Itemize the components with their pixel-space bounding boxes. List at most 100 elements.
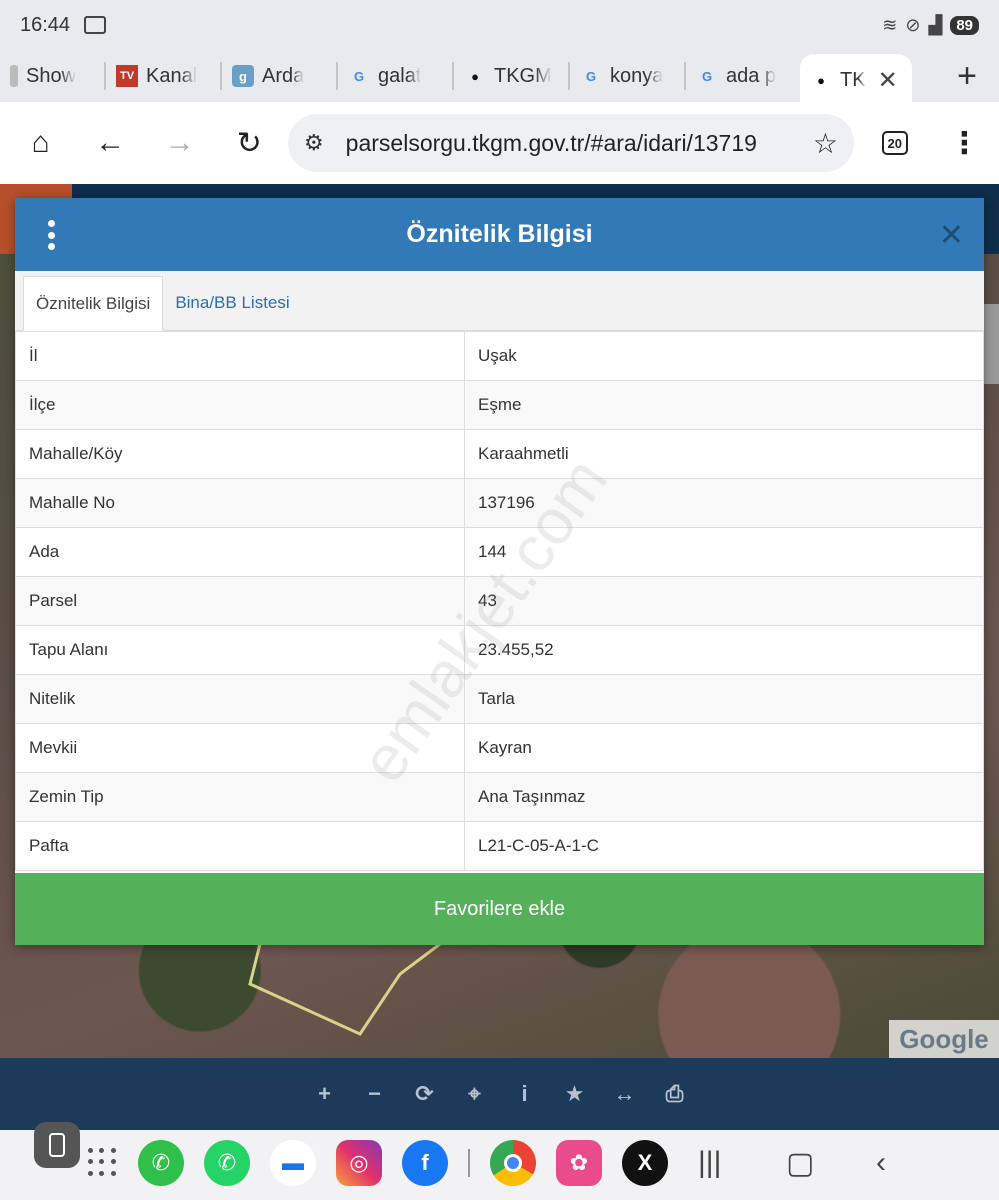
bookmark-star-icon[interactable]: ☆ bbox=[813, 127, 838, 160]
refresh-icon[interactable]: ⟳ bbox=[413, 1081, 437, 1106]
map-toolbar: + − ⟳ ⌖ i ★ ↔ ⎙ bbox=[0, 1058, 999, 1130]
row-value: Kayran bbox=[464, 723, 984, 773]
print-icon[interactable]: ⎙ bbox=[663, 1081, 687, 1106]
tab-label: galat bbox=[378, 64, 422, 87]
tab-label: TKGM bbox=[494, 64, 552, 87]
tab-building-list[interactable]: Bina/BB Listesi bbox=[163, 275, 301, 330]
google-favicon: G bbox=[701, 68, 713, 84]
tab-label: Arda bbox=[262, 64, 305, 87]
forward-icon[interactable]: → bbox=[145, 108, 214, 178]
info-icon[interactable]: i bbox=[513, 1081, 537, 1106]
row-key: İlçe bbox=[15, 380, 465, 430]
phone-app-icon[interactable]: ✆ bbox=[138, 1140, 184, 1186]
table-row: Ada 144 bbox=[15, 527, 984, 577]
row-value: Ana Taşınmaz bbox=[464, 772, 984, 822]
table-row: İl Uşak bbox=[15, 331, 984, 381]
minus-icon[interactable]: − bbox=[363, 1081, 387, 1106]
table-row: Mevkii Kayran bbox=[15, 723, 984, 773]
g-box-favicon: g bbox=[232, 65, 254, 87]
tab-label: Show bbox=[26, 64, 77, 87]
row-key: Tapu Alanı bbox=[15, 625, 465, 675]
tab-attribute-info[interactable]: Öznitelik Bilgisi bbox=[23, 276, 164, 331]
map-pin-favicon: ● bbox=[817, 72, 825, 88]
modal-header: Öznitelik Bilgisi ✕ bbox=[15, 198, 984, 271]
measure-icon[interactable]: ↔ bbox=[613, 1081, 637, 1106]
wifi-icon: ≋ bbox=[882, 14, 898, 35]
row-value: Karaahmetli bbox=[464, 429, 984, 479]
new-tab-icon[interactable]: + bbox=[957, 57, 977, 96]
close-tab-icon[interactable]: ✕ bbox=[878, 66, 898, 95]
row-value: L21-C-05-A-1-C bbox=[464, 821, 984, 871]
browser-tab-active[interactable]: ● TK ✕ bbox=[800, 54, 912, 106]
tab-count: 20 bbox=[881, 131, 908, 155]
plus-icon[interactable]: + bbox=[313, 1081, 337, 1106]
star-icon[interactable]: ★ bbox=[563, 1081, 587, 1106]
browser-tab-tkgm[interactable]: ● TKGM bbox=[454, 54, 568, 98]
row-value: Tarla bbox=[464, 674, 984, 724]
row-key: Mevkii bbox=[15, 723, 465, 773]
messages-icon[interactable]: ▬ bbox=[270, 1140, 316, 1186]
address-bar[interactable]: ⚙ parselsorgu.tkgm.gov.tr/#ara/idari/137… bbox=[287, 114, 854, 172]
modal-title: Öznitelik Bilgisi bbox=[406, 220, 593, 248]
browser-tab-arda[interactable]: g Arda bbox=[222, 54, 336, 98]
table-row: Parsel 43 bbox=[15, 576, 984, 626]
map-pin-favicon: ● bbox=[471, 68, 479, 84]
status-bar: 16:44 ≋ ⊘ ▟ 89 bbox=[0, 0, 999, 50]
browser-tab-strip: Show TV Kanal g Arda G galat ● TKGM G ko… bbox=[0, 50, 999, 106]
google-favicon: G bbox=[353, 68, 365, 84]
tab-label: TK bbox=[840, 68, 866, 91]
reload-icon[interactable]: ↻ bbox=[214, 108, 283, 178]
browser-toolbar: ⌂ ← → ↻ ⚙ parselsorgu.tkgm.gov.tr/#ara/i… bbox=[0, 102, 999, 184]
locate-icon[interactable]: ⌖ bbox=[463, 1081, 487, 1106]
whatsapp-icon[interactable]: ✆ bbox=[204, 1140, 250, 1186]
row-value: 144 bbox=[464, 527, 984, 577]
app-drawer-icon[interactable] bbox=[88, 1148, 118, 1178]
tab-label: konya bbox=[610, 64, 664, 87]
table-row: İlçe Eşme bbox=[15, 380, 984, 430]
row-value: 137196 bbox=[464, 478, 984, 528]
close-icon[interactable]: ✕ bbox=[939, 218, 964, 253]
signal-icon: ▟ bbox=[928, 14, 943, 35]
instagram-icon[interactable]: ◎ bbox=[336, 1140, 382, 1186]
back-nav-icon[interactable]: ‹ bbox=[876, 1146, 886, 1180]
table-row: Tapu Alanı 23.455,52 bbox=[15, 625, 984, 675]
attribute-modal: Öznitelik Bilgisi ✕ Öznitelik Bilgisi Bi… bbox=[15, 198, 984, 945]
phone-outline-icon bbox=[49, 1133, 65, 1157]
back-icon[interactable]: ← bbox=[75, 108, 144, 178]
row-value: Eşme bbox=[464, 380, 984, 430]
row-key: Zemin Tip bbox=[15, 772, 465, 822]
url-text[interactable]: parselsorgu.tkgm.gov.tr/#ara/idari/13719 bbox=[346, 130, 803, 157]
row-key: Pafta bbox=[15, 821, 465, 871]
table-row: Pafta L21-C-05-A-1-C bbox=[15, 821, 984, 871]
recent-apps-icon[interactable]: ||| bbox=[698, 1146, 721, 1180]
chrome-icon[interactable] bbox=[490, 1140, 536, 1186]
tab-switcher-button[interactable]: 20 bbox=[860, 108, 929, 178]
google-logo: Google bbox=[889, 1020, 999, 1058]
browser-menu-icon[interactable]: ⋮ bbox=[929, 108, 998, 178]
floating-phone-button[interactable] bbox=[34, 1122, 80, 1168]
app-dock: ✆ ✆ ▬ ◎ f ✿ X bbox=[88, 1140, 668, 1186]
home-button-icon[interactable]: ▢ bbox=[786, 1146, 814, 1181]
add-to-favorites-button[interactable]: Favorilere ekle bbox=[15, 873, 984, 945]
dock-separator bbox=[468, 1149, 470, 1177]
browser-tab-kanal[interactable]: TV Kanal bbox=[106, 54, 220, 98]
attribute-table: İl Uşak İlçe Eşme Mahalle/Köy Karaahmetli M… bbox=[15, 331, 984, 871]
table-row: Nitelik Tarla bbox=[15, 674, 984, 724]
facebook-icon[interactable]: f bbox=[402, 1140, 448, 1186]
modal-menu-icon[interactable] bbox=[41, 220, 61, 250]
tab-label: ada p bbox=[726, 64, 777, 87]
browser-tab-show[interactable]: Show bbox=[0, 54, 104, 98]
home-icon[interactable]: ⌂ bbox=[6, 108, 75, 178]
row-value: 43 bbox=[464, 576, 984, 626]
status-time: 16:44 bbox=[20, 13, 71, 36]
browser-tab-galat[interactable]: G galat bbox=[338, 54, 452, 98]
google-favicon: G bbox=[585, 68, 597, 84]
browser-tab-konya[interactable]: G konya bbox=[570, 54, 684, 98]
row-key: Mahalle No bbox=[15, 478, 465, 528]
gallery-icon[interactable]: ✿ bbox=[556, 1140, 602, 1186]
browser-tab-ada[interactable]: G ada p bbox=[686, 54, 800, 98]
row-key: Parsel bbox=[15, 576, 465, 626]
site-settings-icon[interactable]: ⚙ bbox=[304, 130, 324, 156]
do-not-disturb-icon: ⊘ bbox=[905, 14, 921, 35]
x-app-icon[interactable]: X bbox=[622, 1140, 668, 1186]
